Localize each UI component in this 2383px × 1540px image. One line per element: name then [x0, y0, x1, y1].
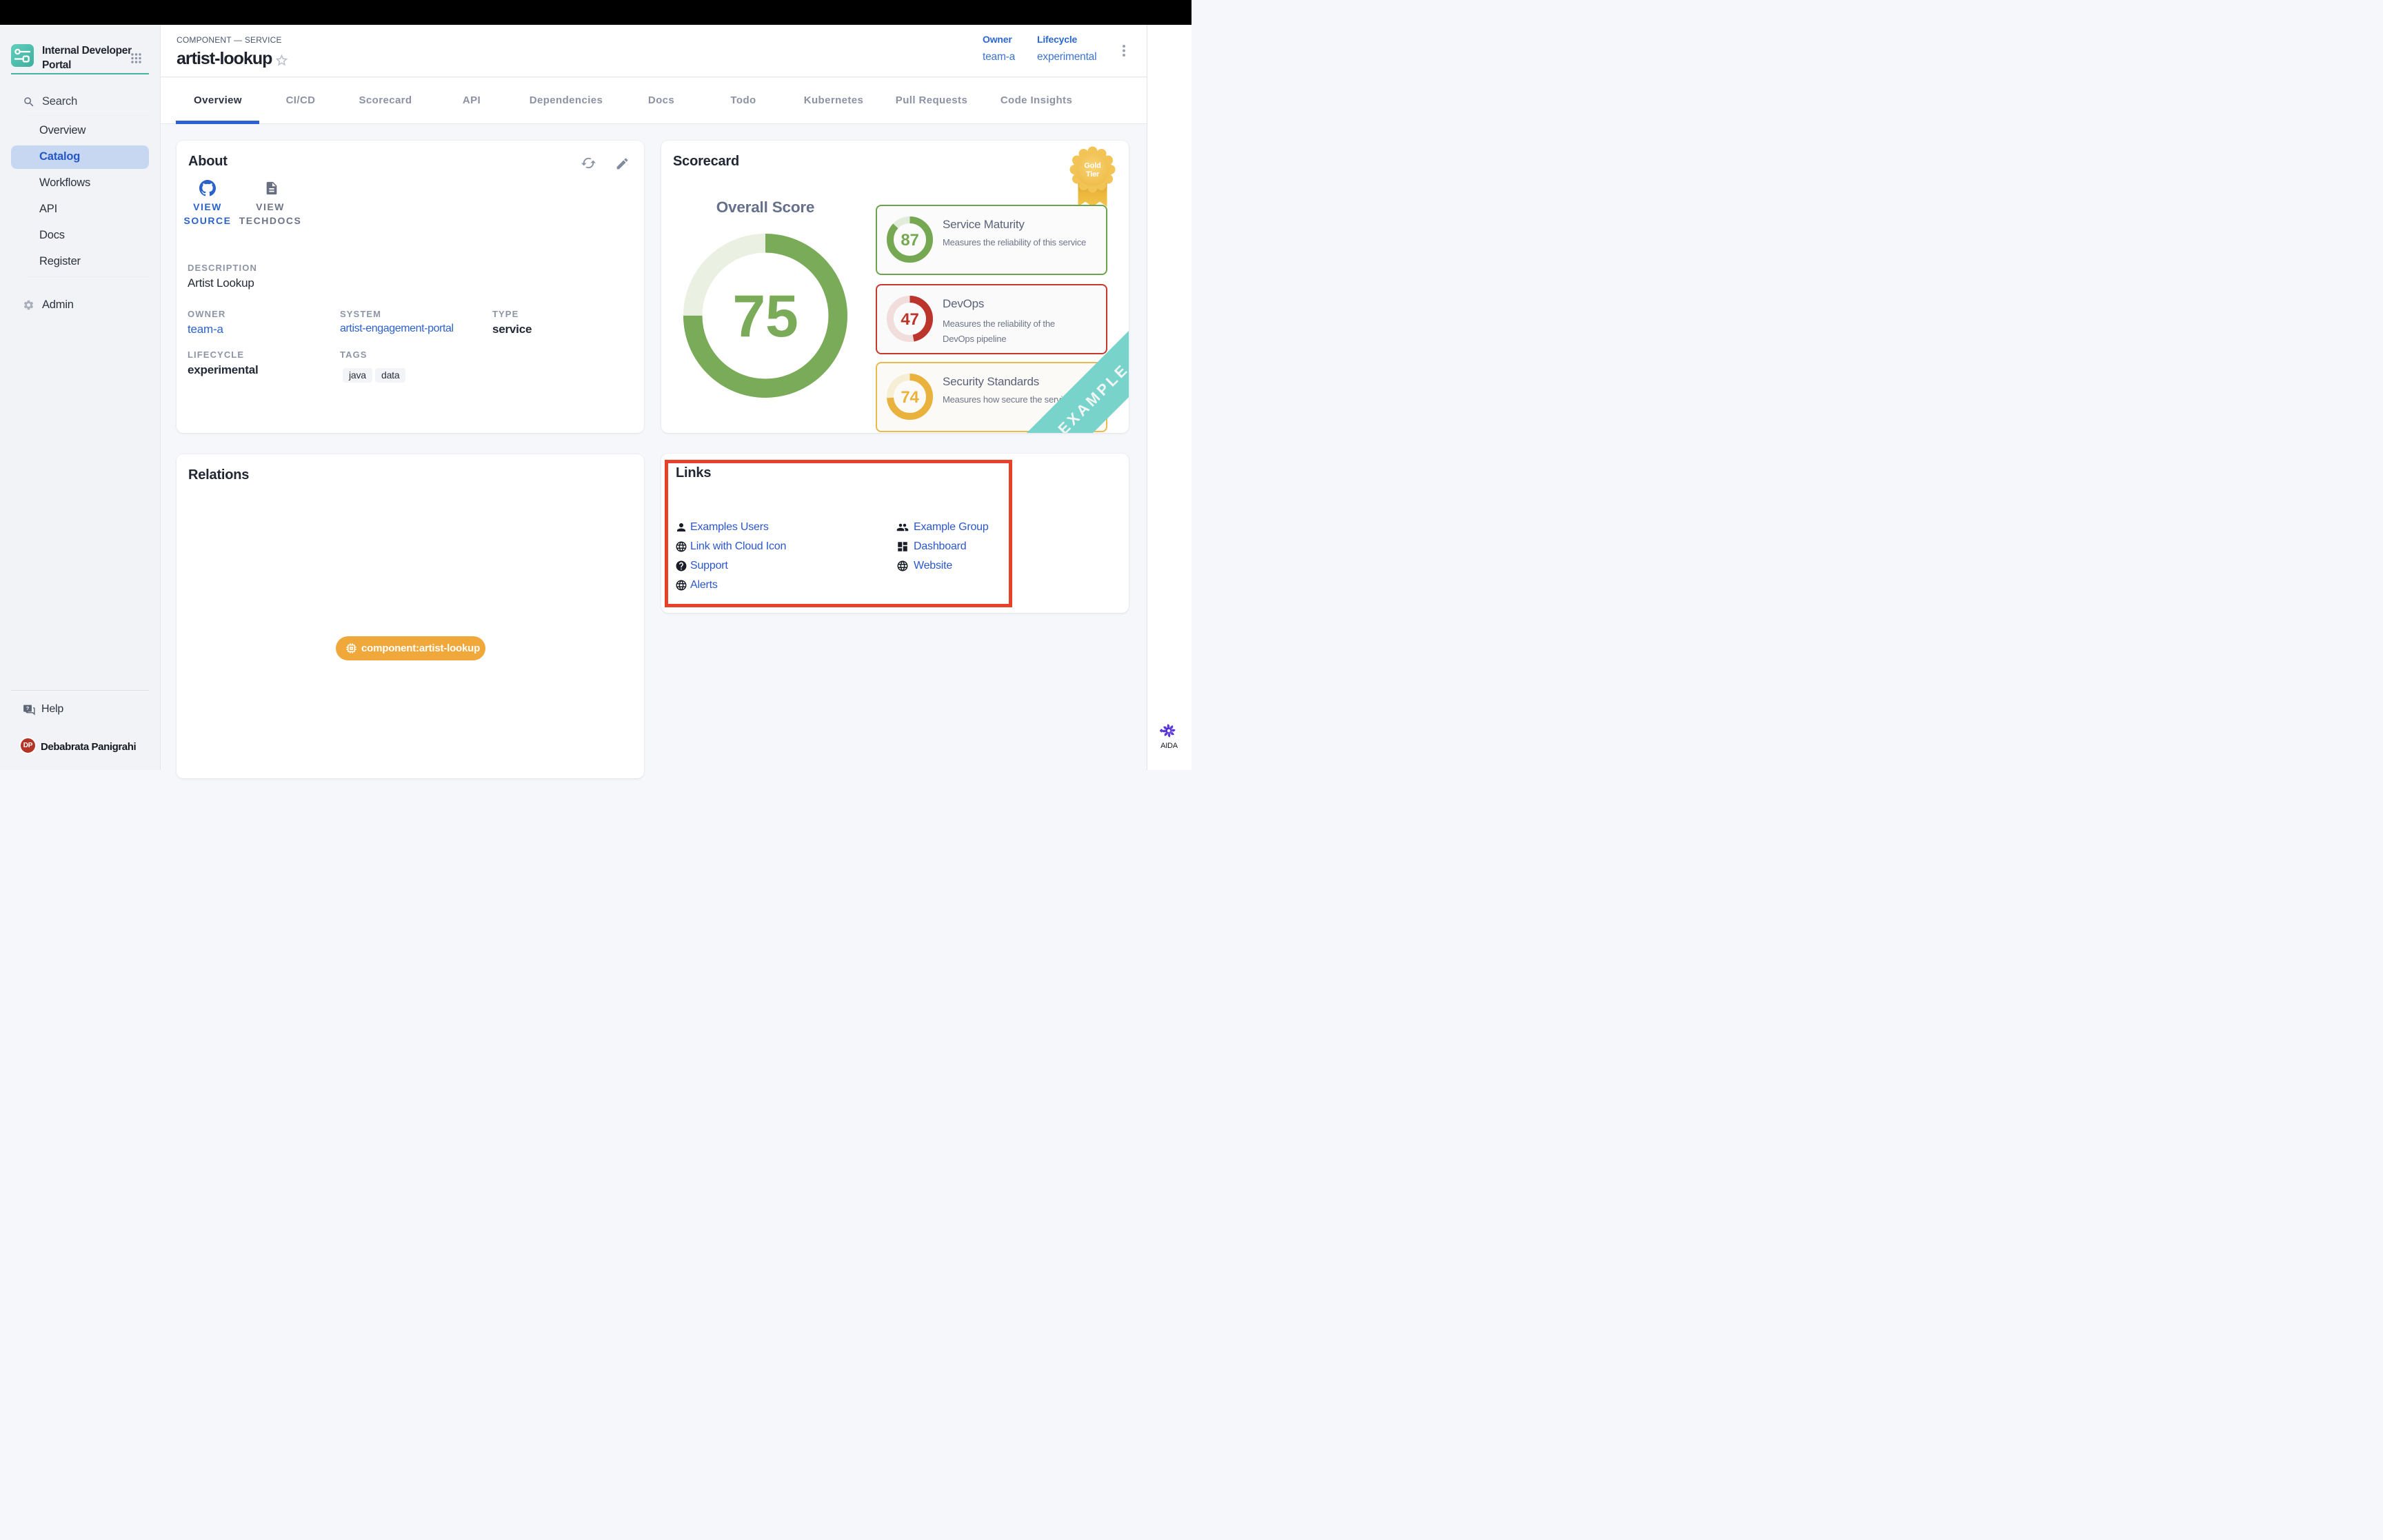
svg-text:74: 74: [901, 388, 919, 407]
svg-text:Tier: Tier: [1086, 170, 1100, 179]
svg-text:?: ?: [26, 705, 30, 711]
svg-text:87: 87: [901, 231, 918, 250]
svg-text:Gold: Gold: [1084, 162, 1100, 170]
svg-text:47: 47: [901, 310, 918, 329]
svg-text:75: 75: [732, 283, 798, 349]
